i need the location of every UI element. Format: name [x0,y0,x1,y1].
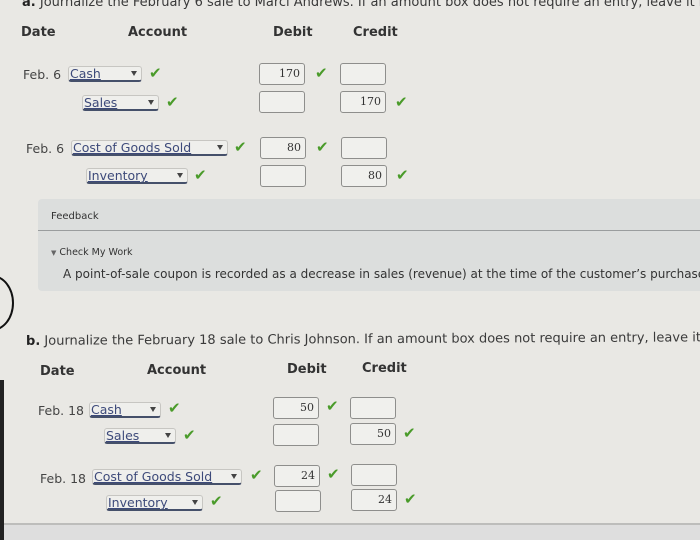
check-my-work-toggle[interactable]: ▼ Check My Work [51,247,133,258]
check-icon: ✔ [316,138,329,156]
part-a-instruction: a. Journalize the February 6 sale to Mar… [22,0,700,10]
credit-input[interactable]: 80 [341,165,387,187]
header-date: Date [40,364,75,379]
account-select[interactable]: Inventory [86,168,188,184]
dropdown-arrow-icon [177,173,183,178]
debit-input[interactable]: 24 [274,465,320,487]
account-select[interactable]: Cash [89,402,161,418]
credit-input[interactable]: 50 [350,423,396,445]
feedback-panel: Feedback ▼ Check My Work A point-of-sale… [38,199,700,291]
account-select[interactable]: Cost of Goods Sold [71,140,228,156]
debit-input[interactable]: 50 [273,397,319,419]
account-select[interactable]: Sales [104,428,176,444]
part-b-instruction: b. Journalize the February 18 sale to Ch… [26,330,700,349]
credit-input[interactable] [340,63,386,85]
part-b-instruction-text: Journalize the February 18 sale to Chris… [44,330,700,349]
debit-input[interactable] [273,424,319,446]
feedback-message: A point-of-sale coupon is recorded as a … [63,267,700,281]
account-select[interactable]: Cash [68,66,142,82]
entry-date: Feb. 6 [23,67,62,82]
bottom-divider-bar [0,523,700,540]
dropdown-arrow-icon [231,474,237,479]
header-credit: Credit [362,361,407,376]
account-select-value: Cost of Goods Sold [94,469,213,484]
part-a-instruction-text: Journalize the February 6 sale to Marci … [39,0,700,10]
dropdown-arrow-icon [148,100,154,105]
check-icon: ✔ [210,492,223,510]
account-select-value: Inventory [88,168,148,183]
check-icon: ✔ [250,466,263,484]
check-icon: ✔ [404,490,417,508]
account-select-value: Sales [106,428,140,443]
entry-date: Feb. 18 [38,403,84,418]
check-icon: ✔ [168,399,181,417]
account-select-value: Cost of Goods Sold [73,140,192,155]
header-account: Account [128,25,188,40]
debit-input[interactable] [259,91,305,113]
account-select[interactable]: Sales [82,95,159,111]
dropdown-arrow-icon [165,433,171,438]
part-b-label: b. [25,333,41,349]
cursor-circle-decoration [0,275,14,331]
screen-bezel-edge [0,380,4,540]
part-a-label: a. [22,0,36,10]
credit-input[interactable] [351,464,397,486]
dropdown-arrow-icon [217,145,223,150]
check-icon: ✔ [315,64,328,82]
check-icon: ✔ [234,138,247,156]
check-icon: ✔ [183,426,196,444]
check-icon: ✔ [194,166,207,184]
check-my-work-label: Check My Work [59,247,133,258]
account-select-value: Cash [91,402,122,417]
entry-date: Feb. 18 [40,471,86,486]
credit-input[interactable] [350,397,396,419]
feedback-title: Feedback [51,211,99,222]
account-select-value: Inventory [108,495,168,510]
debit-input[interactable] [275,490,321,512]
credit-input[interactable]: 24 [351,489,397,511]
credit-input[interactable]: 170 [340,91,386,113]
check-icon: ✔ [166,93,179,111]
account-select-value: Cash [70,66,101,81]
account-select-value: Sales [84,95,118,110]
check-icon: ✔ [149,64,162,82]
header-account: Account [147,363,207,378]
dropdown-arrow-icon [192,500,198,505]
debit-input[interactable] [260,165,306,187]
check-icon: ✔ [403,424,416,442]
debit-input[interactable]: 170 [259,63,305,85]
header-credit: Credit [353,25,398,40]
check-icon: ✔ [395,93,408,111]
check-icon: ✔ [396,166,409,184]
check-icon: ✔ [327,465,340,483]
dropdown-arrow-icon [131,71,137,76]
check-icon: ✔ [326,397,339,415]
header-debit: Debit [287,362,327,377]
feedback-divider [38,230,700,231]
account-select[interactable]: Inventory [106,495,203,511]
account-select[interactable]: Cost of Goods Sold [92,469,242,485]
credit-input[interactable] [341,137,387,159]
header-debit: Debit [273,25,313,40]
debit-input[interactable]: 80 [260,137,306,159]
dropdown-arrow-icon [150,407,156,412]
header-date: Date [21,25,56,40]
triangle-down-icon: ▼ [51,249,57,257]
entry-date: Feb. 6 [26,141,65,156]
